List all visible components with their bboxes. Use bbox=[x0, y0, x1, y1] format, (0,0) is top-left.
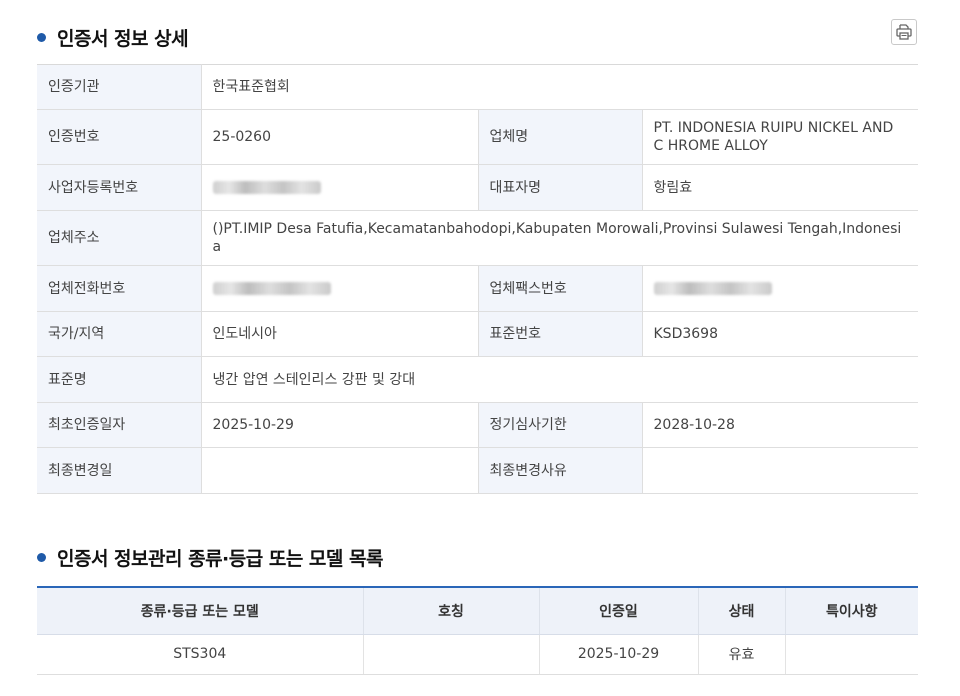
col-header-status: 상태 bbox=[698, 587, 786, 635]
stdno-value: KSD3698 bbox=[642, 311, 919, 357]
company-label: 업체명 bbox=[478, 109, 643, 165]
country-value: 인도네시아 bbox=[201, 311, 479, 357]
last-change-label: 최종변경일 bbox=[37, 447, 202, 494]
cert-org-label: 인증기관 bbox=[37, 64, 202, 110]
fax-label: 업체팩스번호 bbox=[478, 265, 643, 312]
table-row: 최초인증일자 2025-10-29 정기심사기한 2028-10-28 bbox=[37, 402, 919, 448]
table-row: 국가/지역 인도네시아 표준번호 KSD3698 bbox=[37, 311, 919, 357]
stdname-value: 냉간 압연 스테인리스 강판 및 강대 bbox=[201, 356, 919, 403]
rep-value: 항림효 bbox=[642, 164, 919, 211]
stdname-label: 표준명 bbox=[37, 356, 202, 403]
col-header-name: 호칭 bbox=[363, 587, 540, 635]
bullet-icon bbox=[37, 33, 46, 42]
first-date-label: 최초인증일자 bbox=[37, 402, 202, 448]
change-reason-value bbox=[642, 447, 919, 494]
name-cell bbox=[363, 634, 540, 675]
date-cell: 2025-10-29 bbox=[539, 634, 699, 675]
first-date-value: 2025-10-29 bbox=[201, 402, 479, 448]
table-row: 업체주소 ()PT.IMIP Desa Fatufia,Kecamatanbah… bbox=[37, 210, 919, 266]
model-cell: STS304 bbox=[37, 634, 364, 675]
note-cell bbox=[785, 634, 918, 675]
tel-label: 업체전화번호 bbox=[37, 265, 202, 312]
table-row: 인증기관 한국표준협회 bbox=[37, 64, 919, 110]
review-value: 2028-10-28 bbox=[642, 402, 919, 448]
print-icon bbox=[896, 24, 912, 40]
table-row: 최종변경일 최종변경사유 bbox=[37, 447, 919, 494]
bizno-value bbox=[201, 164, 479, 211]
redacted-value bbox=[212, 282, 331, 295]
last-change-value bbox=[201, 447, 479, 494]
print-button[interactable] bbox=[891, 19, 917, 45]
addr-value: ()PT.IMIP Desa Fatufia,Kecamatanbahodopi… bbox=[201, 210, 919, 266]
country-label: 국가/지역 bbox=[37, 311, 202, 357]
table-header-row: 종류·등급 또는 모델 호칭 인증일 상태 특이사항 bbox=[37, 587, 918, 635]
col-header-note: 특이사항 bbox=[785, 587, 918, 635]
certificate-detail-table: 인증기관 한국표준협회 인증번호 25-0260 업체명 PT. INDONES… bbox=[37, 64, 919, 494]
rep-label: 대표자명 bbox=[478, 164, 643, 211]
cert-no-label: 인증번호 bbox=[37, 109, 202, 165]
tel-value bbox=[201, 265, 479, 312]
status-cell: 유효 bbox=[698, 634, 786, 675]
cert-no-value: 25-0260 bbox=[201, 109, 479, 165]
stdno-label: 표준번호 bbox=[478, 311, 643, 357]
fax-value bbox=[642, 265, 919, 312]
table-row: 인증번호 25-0260 업체명 PT. INDONESIA RUIPU NIC… bbox=[37, 109, 919, 165]
table-row: STS304 2025-10-29 유효 bbox=[37, 634, 918, 675]
company-value: PT. INDONESIA RUIPU NICKEL AND C HROME A… bbox=[642, 109, 919, 165]
section-header-models: 인증서 정보관리 종류·등급 또는 모델 목록 bbox=[37, 544, 383, 571]
table-row: 업체전화번호 업체팩스번호 bbox=[37, 265, 919, 312]
review-label: 정기심사기한 bbox=[478, 402, 643, 448]
redacted-value bbox=[212, 181, 321, 194]
redacted-value bbox=[653, 282, 772, 295]
cert-org-value: 한국표준협회 bbox=[201, 64, 919, 110]
page-title: 인증서 정보 상세 bbox=[57, 28, 189, 50]
table-row: 사업자등록번호 대표자명 항림효 bbox=[37, 164, 919, 211]
model-list-table: 종류·등급 또는 모델 호칭 인증일 상태 특이사항 STS304 2025-1… bbox=[37, 586, 918, 675]
addr-label: 업체주소 bbox=[37, 210, 202, 266]
change-reason-label: 최종변경사유 bbox=[478, 447, 643, 494]
col-header-date: 인증일 bbox=[539, 587, 699, 635]
bizno-label: 사업자등록번호 bbox=[37, 164, 202, 211]
bullet-icon bbox=[37, 553, 46, 562]
section-header-detail: 인증서 정보 상세 bbox=[37, 24, 189, 51]
col-header-model: 종류·등급 또는 모델 bbox=[37, 587, 364, 635]
table-row: 표준명 냉간 압연 스테인리스 강판 및 강대 bbox=[37, 356, 919, 403]
section-title: 인증서 정보관리 종류·등급 또는 모델 목록 bbox=[57, 548, 383, 570]
